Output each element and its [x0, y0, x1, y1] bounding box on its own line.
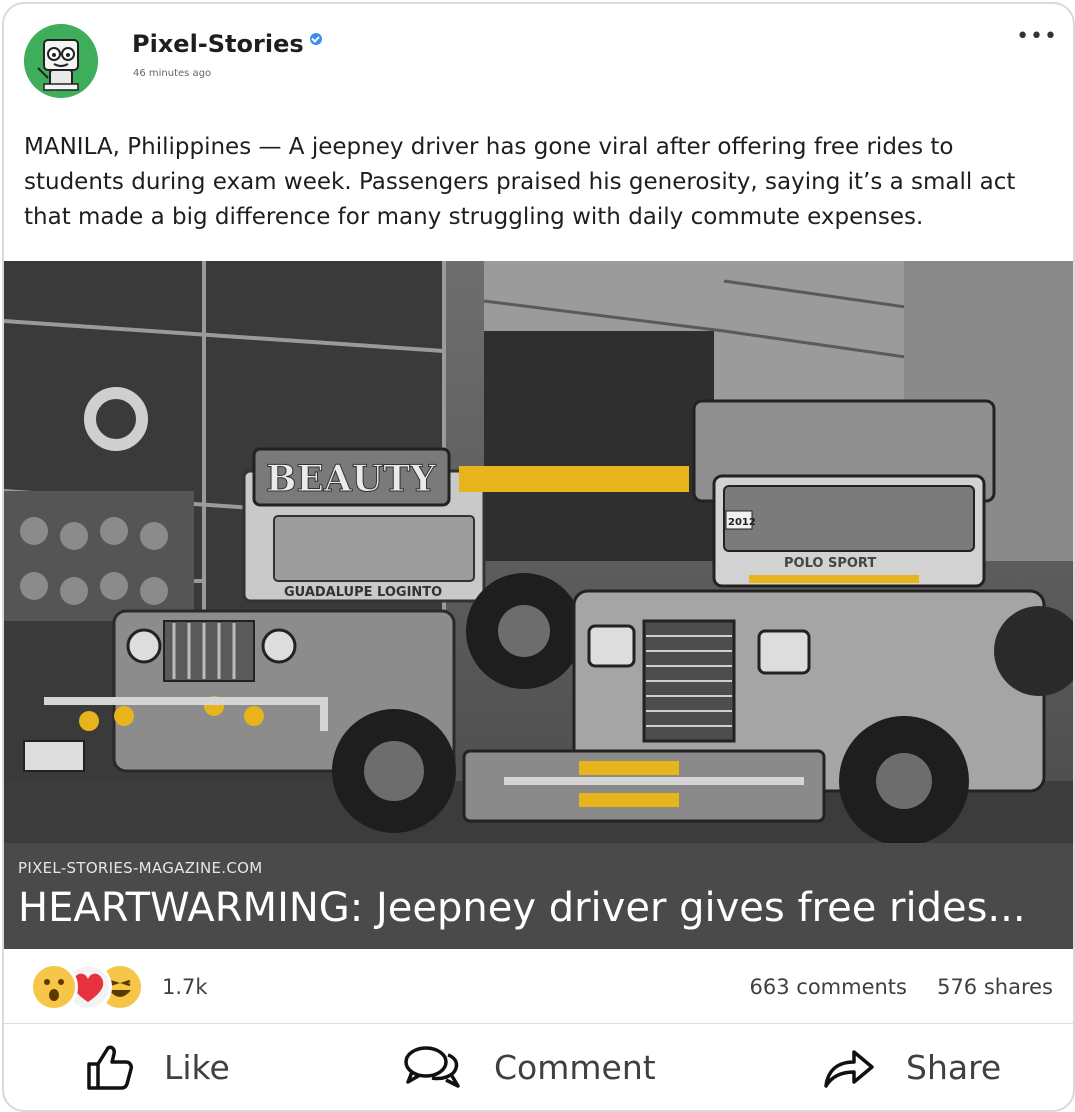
comment-button[interactable]: Comment: [402, 1038, 656, 1096]
robot-mascot-icon: [24, 24, 98, 98]
post-header: Pixel-Stories 46 minutes ago •••: [24, 24, 1057, 104]
svg-text:BEAUTY: BEAUTY: [266, 458, 437, 500]
link-headline: HEARTWARMING: Jeepney driver gives free …: [18, 885, 1026, 931]
comment-label: Comment: [494, 1047, 656, 1087]
like-button[interactable]: Like: [84, 1038, 230, 1096]
reaction-icons[interactable]: [30, 963, 146, 1015]
page-name[interactable]: Pixel-Stories: [132, 30, 304, 58]
jeepney-photo: BEAUTY GUADALUPE LOGINTO 2012 POLO SPORT: [4, 261, 1073, 843]
comment-bubbles-icon: [404, 1046, 460, 1088]
verified-badge-icon: [309, 33, 322, 45]
reaction-count[interactable]: 1.7k: [162, 975, 208, 999]
engagement-bar: 1.7k 663 comments 576 shares: [4, 949, 1073, 1024]
share-label: Share: [906, 1047, 1002, 1087]
shares-count[interactable]: 576 shares: [937, 975, 1053, 999]
more-options-icon[interactable]: •••: [1016, 24, 1058, 49]
post-timestamp[interactable]: 46 minutes ago: [133, 68, 211, 79]
svg-text:POLO SPORT: POLO SPORT: [784, 556, 876, 571]
post-text: MANILA, Philippines — A jeepney driver h…: [24, 134, 1016, 230]
link-domain: PIXEL-STORIES-MAGAZINE.COM: [18, 859, 263, 877]
share-button[interactable]: Share: [822, 1038, 1001, 1096]
post-card: Pixel-Stories 46 minutes ago ••• MANILA,…: [2, 2, 1075, 1112]
like-label: Like: [164, 1047, 230, 1087]
page-name-row: Pixel-Stories: [132, 30, 322, 58]
action-bar: Like Comment Share: [4, 1024, 1073, 1110]
svg-text:GUADALUPE LOGINTO: GUADALUPE LOGINTO: [284, 585, 442, 600]
link-preview[interactable]: PIXEL-STORIES-MAGAZINE.COM HEARTWARMING:…: [4, 843, 1073, 949]
share-arrow-icon: [824, 1050, 874, 1088]
thumbs-up-icon: [87, 1045, 133, 1090]
page-avatar[interactable]: [24, 24, 98, 98]
wow-icon: [30, 963, 78, 1011]
post-image[interactable]: BEAUTY GUADALUPE LOGINTO 2012 POLO SPORT: [4, 261, 1073, 843]
comments-count[interactable]: 663 comments: [750, 975, 907, 999]
svg-text:2012: 2012: [728, 517, 756, 528]
